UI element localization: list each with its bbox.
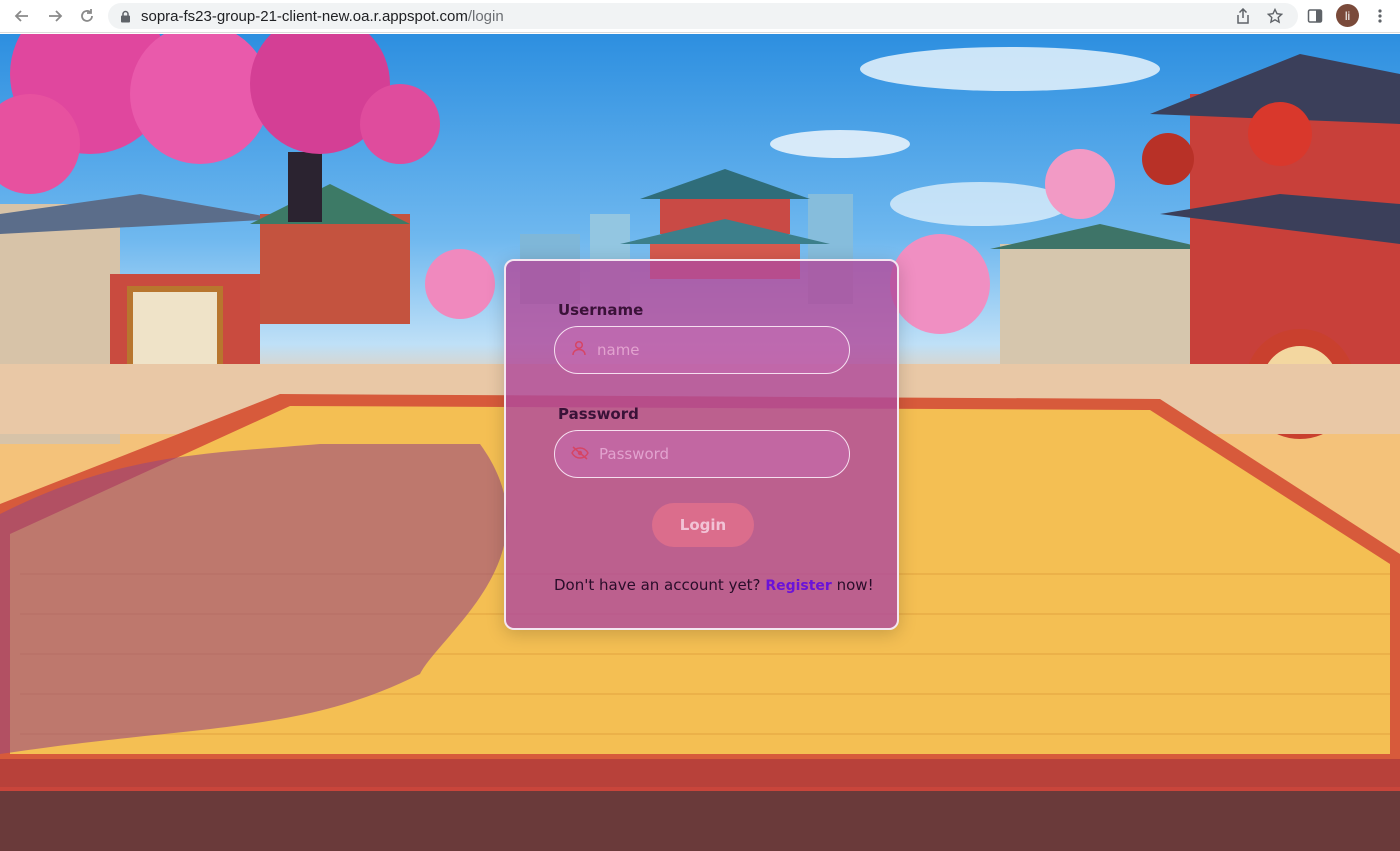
profile-avatar[interactable]: li xyxy=(1336,4,1359,27)
forward-icon[interactable] xyxy=(44,5,66,27)
password-label: Password xyxy=(558,405,639,423)
register-prompt: Don't have an account yet? Register now! xyxy=(554,576,874,594)
eye-slash-icon[interactable] xyxy=(571,445,589,464)
side-panel-icon[interactable] xyxy=(1304,5,1326,27)
url-host: sopra-fs23-group-21-client-new.oa.r.apps… xyxy=(141,7,468,25)
login-card: Username Password Login Don't have an ac… xyxy=(504,259,899,630)
lock-icon xyxy=(120,10,131,23)
back-icon[interactable] xyxy=(11,5,33,27)
bookmark-star-icon[interactable] xyxy=(1264,5,1286,27)
reload-icon[interactable] xyxy=(76,5,98,27)
url-path: /login xyxy=(467,7,504,25)
password-field[interactable] xyxy=(554,430,850,478)
address-bar[interactable]: sopra-fs23-group-21-client-new.oa.r.apps… xyxy=(108,3,1298,29)
share-icon[interactable] xyxy=(1232,5,1254,27)
user-icon xyxy=(571,340,587,360)
username-label: Username xyxy=(558,301,644,319)
register-prompt-suffix: now! xyxy=(836,576,874,594)
username-input[interactable] xyxy=(597,341,827,359)
username-field[interactable] xyxy=(554,326,850,374)
browser-toolbar: sopra-fs23-group-21-client-new.oa.r.apps… xyxy=(0,0,1400,33)
register-link[interactable]: Register xyxy=(765,578,832,594)
password-input[interactable] xyxy=(599,445,829,463)
menu-kebab-icon[interactable] xyxy=(1369,5,1391,27)
login-button[interactable]: Login xyxy=(652,503,754,547)
register-prompt-prefix: Don't have an account yet? xyxy=(554,576,761,594)
